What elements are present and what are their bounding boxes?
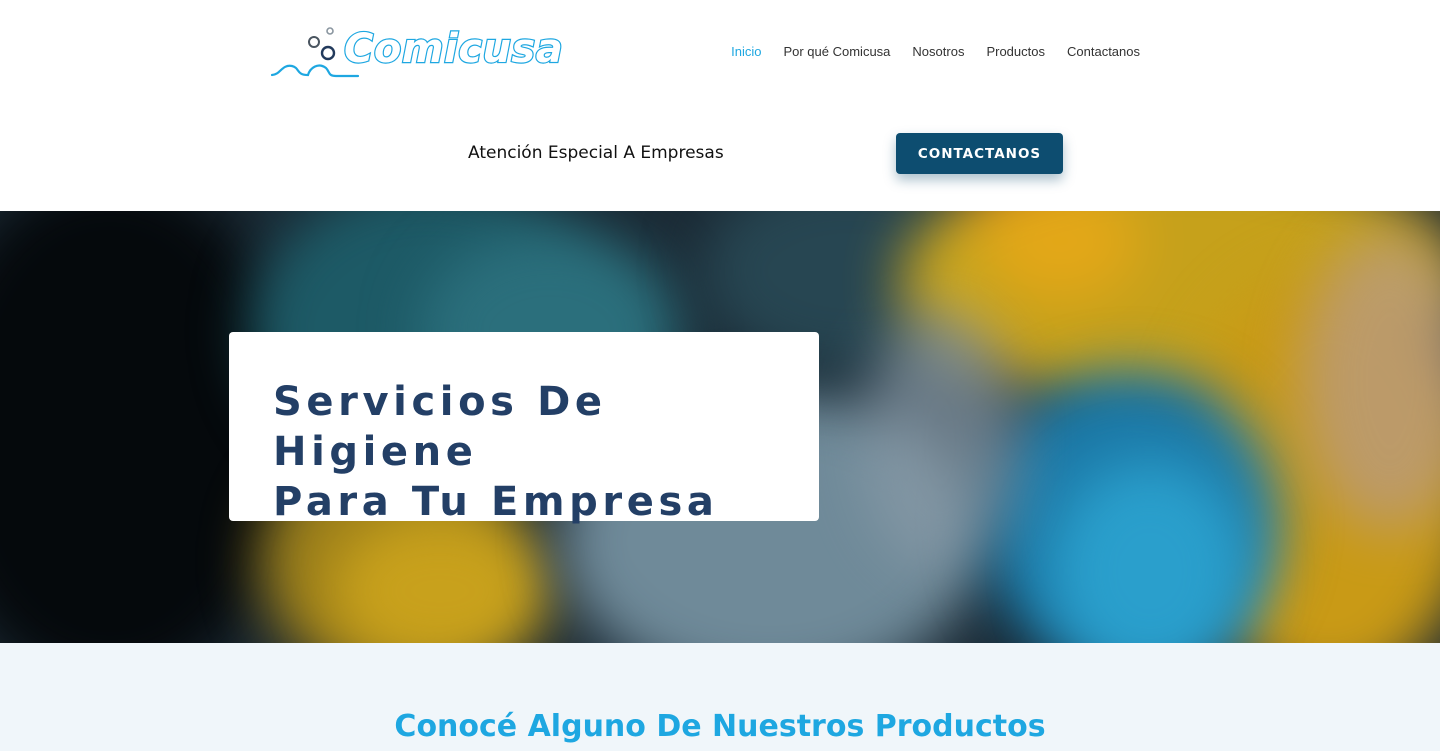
products-heading: Conocé Alguno De Nuestros Productos: [394, 709, 1046, 744]
site-header: Comicusa Inicio Por qué Comicusa Nosotro…: [0, 0, 1440, 105]
contact-button[interactable]: CONTACTANOS: [896, 133, 1063, 174]
nav-item-por-que-comicusa[interactable]: Por qué Comicusa: [783, 44, 890, 59]
main-nav: Inicio Por qué Comicusa Nosotros Product…: [709, 44, 1140, 59]
products-section: Conocé Alguno De Nuestros Productos: [0, 643, 1440, 751]
logo-wordmark: Comicusa: [343, 25, 564, 73]
hero-card: Servicios De Higiene Para Tu Empresa: [229, 332, 819, 525]
hero-title-line-1: Servicios De Higiene: [273, 379, 607, 475]
business-banner: Atención Especial A Empresas CONTACTANOS: [0, 105, 1440, 211]
nav-item-productos[interactable]: Productos: [986, 44, 1045, 59]
hero-section: Servicios De Higiene Para Tu Empresa: [0, 211, 1440, 643]
nav-item-contactanos[interactable]: Contactanos: [1067, 44, 1140, 59]
nav-item-inicio[interactable]: Inicio: [731, 44, 761, 59]
nav-item-nosotros[interactable]: Nosotros: [912, 44, 964, 59]
business-tagline: Atención Especial A Empresas: [468, 143, 724, 163]
hero-title-line-2: Para Tu Empresa: [273, 479, 719, 525]
logo[interactable]: Comicusa: [270, 24, 570, 84]
